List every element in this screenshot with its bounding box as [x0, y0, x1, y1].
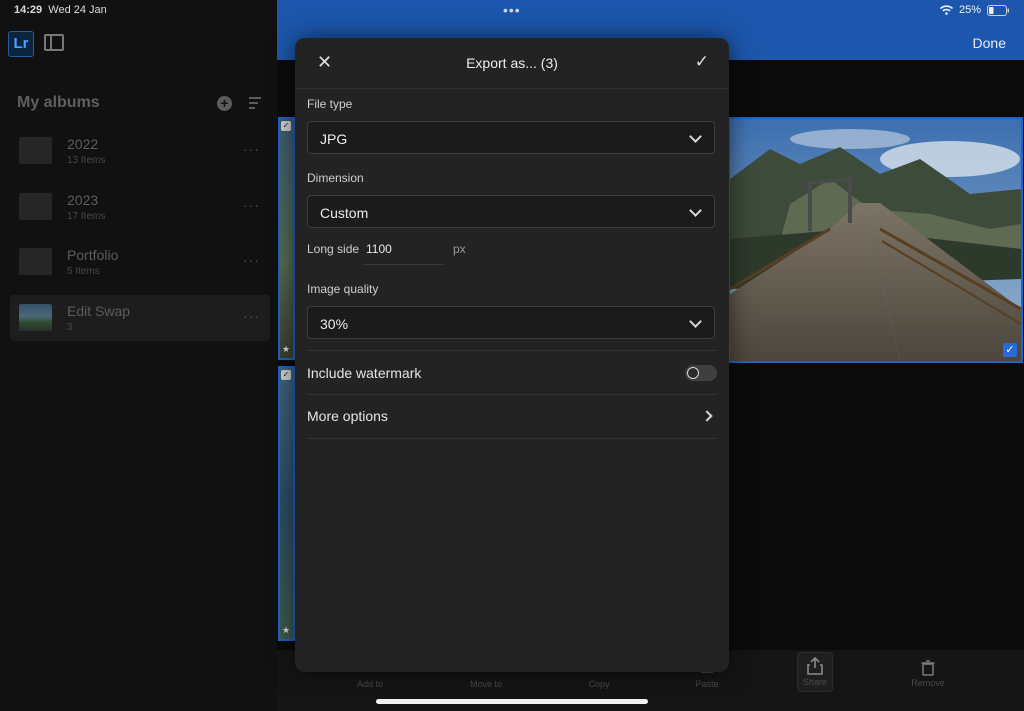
chevron-down-icon	[689, 130, 702, 143]
status-bar: 14:29 Wed 24 Jan ••• 25%	[0, 0, 1024, 22]
file-type-label: File type	[307, 97, 353, 111]
divider	[307, 394, 717, 395]
more-options-icon[interactable]: ···	[243, 197, 260, 213]
add-album-icon[interactable]: +	[217, 96, 232, 111]
export-dialog-title: Export as... (3)	[466, 55, 558, 71]
file-type-value: JPG	[320, 131, 348, 147]
album-name: 2023	[67, 192, 99, 208]
divider	[307, 350, 717, 351]
albums-heading: My albums	[17, 94, 100, 111]
add-to-label: Add to	[356, 679, 384, 689]
album-thumbnail	[19, 304, 52, 331]
share-label: Share	[802, 677, 828, 687]
album-item[interactable]: Portfolio 5 Items ···	[10, 239, 270, 285]
checkmark-icon[interactable]: ✓	[695, 52, 709, 72]
status-time: 14:29 Wed 24 Jan	[14, 4, 107, 16]
export-dialog-header: ✕ Export as... (3) ✓	[295, 38, 729, 89]
lightroom-logo-icon[interactable]: Lr	[8, 31, 34, 57]
long-side-label: Long side	[307, 242, 360, 256]
done-button[interactable]: Done	[973, 35, 1006, 51]
folder-icon	[19, 248, 52, 275]
album-count: 13 Items	[67, 155, 106, 166]
long-side-input[interactable]: 1100	[363, 236, 443, 265]
photo-thumbnail-bridge[interactable]: ✓	[728, 117, 1023, 363]
image-quality-value: 30%	[320, 316, 349, 332]
battery-percent: 25%	[958, 4, 981, 16]
photo-thumbnail[interactable]: ✓ ★	[278, 366, 295, 641]
share-button[interactable]: Share	[797, 652, 833, 692]
star-icon: ★	[282, 344, 291, 354]
home-indicator[interactable]	[376, 699, 648, 704]
dimension-select[interactable]: Custom	[307, 195, 715, 228]
status-clock: 14:29	[14, 4, 43, 16]
copy-label: Copy	[588, 679, 610, 689]
album-item[interactable]: 2022 13 Items ···	[10, 128, 270, 174]
long-side-value: 1100	[366, 242, 392, 256]
star-icon: ★	[282, 625, 291, 635]
more-options-label[interactable]: More options	[307, 408, 388, 424]
dimension-value: Custom	[320, 205, 369, 221]
watermark-label: Include watermark	[307, 365, 422, 381]
more-options-icon[interactable]: ···	[243, 308, 260, 324]
divider	[307, 438, 717, 439]
toggle-knob	[687, 367, 699, 379]
remove-label: Remove	[911, 678, 945, 688]
watermark-toggle[interactable]	[685, 365, 717, 381]
image-quality-label: Image quality	[307, 282, 379, 296]
more-options-icon[interactable]: ···	[243, 141, 260, 157]
checkbox-checked-icon[interactable]: ✓	[1003, 343, 1017, 357]
chevron-down-icon	[689, 315, 702, 328]
sidebar-toggle-icon[interactable]	[44, 34, 64, 51]
album-name: 2022	[67, 136, 99, 152]
folder-icon	[19, 137, 52, 164]
trash-icon	[921, 660, 935, 676]
wifi-icon	[939, 5, 953, 15]
remove-button[interactable]: Remove	[898, 655, 958, 688]
image-quality-select[interactable]: 30%	[307, 306, 715, 339]
album-item-selected[interactable]: Edit Swap 3 ···	[10, 295, 270, 341]
chevron-down-icon	[689, 204, 702, 217]
more-options-icon[interactable]: ···	[243, 252, 260, 268]
albums-sidebar: Lr My albums + 2022 13 Items ··· 2023 17…	[0, 0, 277, 711]
long-side-unit: px	[453, 242, 466, 256]
album-count: 3	[67, 322, 73, 333]
album-name: Edit Swap	[67, 303, 131, 319]
multitasking-dots-icon[interactable]: •••	[503, 2, 521, 18]
move-to-label: Move to	[469, 679, 502, 689]
photo-thumbnail[interactable]: ✓ ★	[278, 117, 295, 360]
album-name: Portfolio	[67, 247, 119, 263]
album-count: 5 Items	[67, 266, 100, 277]
file-type-select[interactable]: JPG	[307, 121, 715, 154]
sort-icon[interactable]	[249, 97, 265, 110]
share-icon	[807, 656, 823, 675]
chevron-right-icon[interactable]	[701, 410, 713, 422]
export-dialog: ✕ Export as... (3) ✓ File type JPG Dimen…	[295, 38, 729, 672]
checkbox-icon[interactable]: ✓	[281, 121, 291, 131]
battery-icon	[987, 4, 1009, 16]
status-indicators: 25%	[939, 4, 1010, 16]
folder-icon	[19, 193, 52, 220]
album-item[interactable]: 2023 17 Items ···	[10, 184, 270, 230]
bridge-landscape-image	[730, 119, 1021, 361]
status-date: Wed 24 Jan	[48, 4, 107, 16]
dimension-label: Dimension	[307, 171, 364, 185]
checkbox-icon[interactable]: ✓	[281, 370, 291, 380]
paste-label: Paste	[695, 679, 719, 689]
album-count: 17 Items	[67, 211, 106, 222]
